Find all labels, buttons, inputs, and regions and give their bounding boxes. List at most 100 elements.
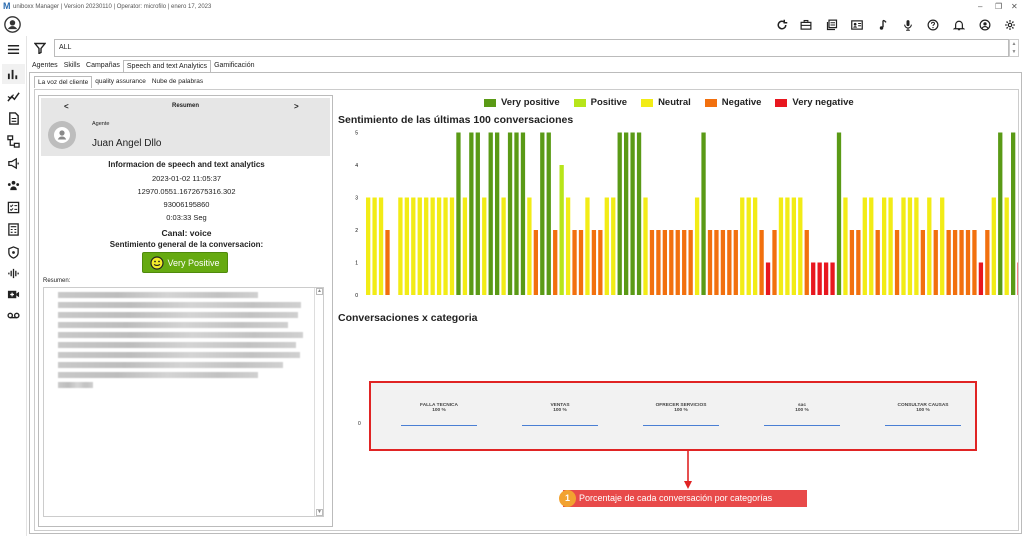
microphone-icon[interactable] — [900, 17, 916, 33]
bar-chart-icon[interactable] — [2, 64, 25, 84]
sentiment-bar[interactable] — [559, 165, 564, 295]
sentiment-bar[interactable] — [823, 262, 829, 296]
sentiment-bar[interactable] — [985, 230, 990, 295]
sentiment-bar[interactable] — [843, 197, 848, 296]
music-note-icon[interactable] — [875, 17, 891, 33]
refresh-icon[interactable] — [774, 17, 790, 33]
sentiment-bar[interactable] — [404, 197, 409, 296]
sentiment-bar[interactable] — [798, 197, 803, 296]
sentiment-bar[interactable] — [733, 230, 738, 295]
sentiment-bar[interactable] — [753, 197, 758, 296]
sentiment-bar[interactable] — [940, 197, 945, 296]
sentiment-bar[interactable] — [765, 262, 771, 296]
sentiment-bar[interactable] — [727, 230, 732, 295]
team-icon[interactable] — [5, 177, 21, 193]
sentiment-bar[interactable] — [914, 197, 919, 296]
trend-analytics-icon[interactable] — [5, 88, 21, 104]
sentiment-bar[interactable] — [875, 230, 880, 295]
sentiment-bar[interactable] — [436, 197, 442, 296]
tab-quality-assurance[interactable]: quality assurance — [92, 76, 149, 88]
sentiment-bar[interactable] — [746, 197, 751, 296]
layers-icon[interactable] — [824, 17, 840, 33]
sentiment-bar[interactable] — [888, 197, 893, 296]
legend-item-positive[interactable]: Positive — [573, 97, 627, 108]
sentiment-bar[interactable] — [540, 132, 545, 296]
sentiment-bar[interactable] — [849, 230, 855, 295]
restore-icon[interactable]: ❐ — [995, 2, 1002, 11]
sentiment-bar[interactable] — [417, 197, 422, 296]
sentiment-bar[interactable] — [811, 262, 816, 296]
checklist-icon[interactable] — [5, 199, 21, 215]
sentiment-bar[interactable] — [617, 132, 622, 296]
sentiment-bar[interactable] — [1017, 262, 1018, 296]
sentiment-bar[interactable] — [656, 230, 661, 295]
sentiment-bar[interactable] — [720, 230, 726, 295]
sentiment-bar[interactable] — [507, 132, 513, 296]
shield-icon[interactable] — [5, 244, 21, 260]
sentiment-bar[interactable] — [456, 132, 461, 296]
sentiment-bar[interactable] — [585, 197, 590, 296]
legend-item-neutral[interactable]: Neutral — [641, 97, 691, 108]
sentiment-bar[interactable] — [933, 230, 938, 295]
sentiment-bar[interactable] — [907, 197, 913, 296]
sentiment-bar[interactable] — [520, 132, 526, 296]
sentiment-bar[interactable] — [882, 197, 887, 296]
tab-nube-de-palabras[interactable]: Nube de palabras — [149, 76, 206, 88]
sentiment-bar[interactable] — [869, 197, 874, 296]
sentiment-bar[interactable] — [527, 197, 532, 296]
sentiment-bar[interactable] — [991, 197, 996, 296]
next-button[interactable]: > — [294, 102, 299, 111]
megaphone-icon[interactable] — [5, 155, 21, 171]
sentiment-bar[interactable] — [714, 230, 719, 295]
sentiment-bar[interactable] — [830, 262, 835, 296]
tab-voz-del-cliente[interactable]: La voz del cliente — [34, 76, 93, 88]
sentiment-bar[interactable] — [927, 197, 932, 296]
sentiment-bar[interactable] — [411, 197, 416, 296]
sentiment-bar[interactable] — [701, 132, 706, 296]
scroll-up-icon[interactable]: ▲ — [316, 288, 323, 295]
filter-scrollbar[interactable]: ▲ ▼ — [1009, 39, 1019, 57]
sentiment-bar[interactable] — [791, 197, 796, 296]
sentiment-bar[interactable] — [424, 197, 429, 296]
contact-card-icon[interactable] — [849, 17, 865, 33]
hierarchy-icon[interactable] — [5, 133, 21, 149]
sentiment-bar[interactable] — [856, 230, 861, 295]
help-icon[interactable] — [925, 17, 941, 33]
legend-item-negative[interactable]: Negative — [704, 97, 761, 108]
sentiment-bar[interactable] — [578, 230, 584, 295]
sentiment-bar[interactable] — [372, 197, 377, 296]
sentiment-bar[interactable] — [682, 230, 687, 295]
sentiment-bar[interactable] — [1011, 132, 1016, 296]
settings-icon[interactable] — [1002, 17, 1018, 33]
sentiment-bar[interactable] — [553, 230, 558, 295]
sentiment-bar[interactable] — [611, 197, 616, 296]
sentiment-bar[interactable] — [920, 230, 925, 295]
sentiment-bar[interactable] — [785, 197, 790, 296]
bell-icon[interactable] — [951, 17, 967, 33]
minimize-icon[interactable]: – — [978, 2, 982, 11]
sentiment-bar[interactable] — [998, 132, 1003, 296]
sentiment-bar[interactable] — [469, 132, 474, 296]
sentiment-bar[interactable] — [565, 197, 571, 296]
sentiment-bar[interactable] — [443, 197, 448, 296]
close-icon[interactable]: ✕ — [1011, 2, 1018, 11]
menu-icon[interactable] — [5, 41, 21, 57]
sentiment-bar[interactable] — [862, 197, 867, 296]
sentiment-bar[interactable] — [475, 132, 480, 296]
sentiment-bar[interactable] — [430, 197, 435, 296]
sentiment-bar[interactable] — [759, 230, 764, 295]
sentiment-bar[interactable] — [1004, 197, 1009, 296]
sentiment-bar[interactable] — [598, 230, 603, 295]
sentiment-bar[interactable] — [662, 230, 667, 295]
voicemail-icon[interactable] — [5, 307, 21, 323]
tab-gamificacion[interactable]: Gamificación — [211, 60, 257, 72]
sentiment-bar[interactable] — [636, 132, 642, 296]
calculator-icon[interactable] — [5, 221, 21, 237]
sentiment-bar[interactable] — [385, 230, 390, 295]
video-add-icon[interactable] — [5, 286, 21, 302]
sentiment-bar[interactable] — [501, 197, 506, 296]
sentiment-bar[interactable] — [804, 230, 809, 295]
tab-speech-text-analytics[interactable]: Speech and text Analytics — [122, 60, 212, 72]
legend-item-very-positive[interactable]: Very positive — [484, 97, 560, 108]
user-icon[interactable] — [977, 17, 993, 33]
